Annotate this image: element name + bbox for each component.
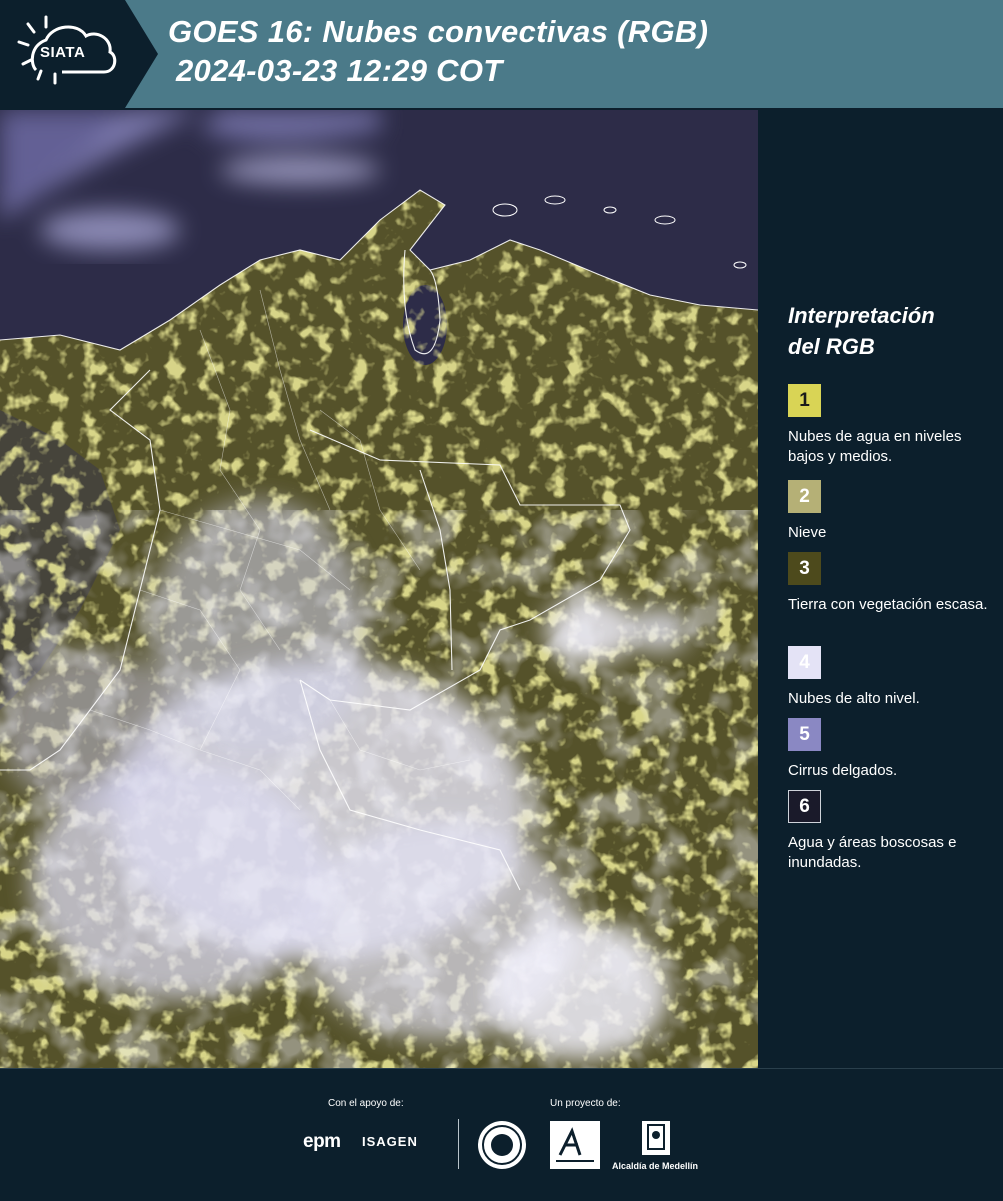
legend-swatch: 4 <box>788 646 821 679</box>
legend-item: 2 Nieve <box>788 480 998 543</box>
page-timestamp: 2024-03-23 12:29 COT <box>176 53 503 88</box>
legend-label: Agua y áreas boscosas e inundadas. <box>788 834 957 871</box>
area-metropolitana-logo[interactable] <box>550 1121 600 1169</box>
satellite-map[interactable] <box>0 110 758 1068</box>
project-label: Un proyecto de: <box>550 1098 621 1109</box>
epm-logo[interactable]: epm <box>303 1131 341 1153</box>
alcaldia-medellin-icon[interactable] <box>642 1121 670 1155</box>
legend-label: Tierra con vegetación escasa. <box>788 596 988 613</box>
legend-item: 4 Nubes de alto nivel. <box>788 646 998 709</box>
medellin-seal-icon[interactable] <box>478 1121 526 1169</box>
legend-title-line1: Interpretación <box>788 303 935 328</box>
legend-swatch: 6 <box>788 790 821 823</box>
logo-text: SIATA <box>40 44 86 61</box>
legend-title-line2: del RGB <box>788 334 875 359</box>
isagen-logo[interactable]: ISAGEN <box>362 1134 418 1149</box>
legend-title: Interpretación del RGB <box>788 300 988 362</box>
legend-item: 1 Nubes de agua en niveles bajos y medio… <box>788 384 998 467</box>
header: SIATA GOES 16: Nubes convectivas (RGB) 2… <box>0 0 1003 108</box>
legend-label: Nubes de agua en niveles bajos y medios. <box>788 428 962 465</box>
footer-divider <box>458 1119 459 1169</box>
alcaldia-text: Alcaldía de Medellín <box>612 1161 699 1171</box>
legend-label: Nieve <box>788 524 827 541</box>
legend-swatch: 3 <box>788 552 821 585</box>
legend-label: Nubes de alto nivel. <box>788 690 920 707</box>
page-title: GOES 16: Nubes convectivas (RGB) <box>168 14 709 49</box>
legend-swatch: 1 <box>788 384 821 417</box>
legend-item: 6 Agua y áreas boscosas e inundadas. <box>788 790 998 873</box>
footer: Con el apoyo de: Un proyecto de: epm ISA… <box>0 1068 1003 1201</box>
legend-item: 5 Cirrus delgados. <box>788 718 998 781</box>
support-label: Con el apoyo de: <box>328 1098 404 1109</box>
legend-swatch: 5 <box>788 718 821 751</box>
legend-label: Cirrus delgados. <box>788 762 898 779</box>
legend-swatch: 2 <box>788 480 821 513</box>
legend-item: 3 Tierra con vegetación escasa. <box>788 552 998 615</box>
